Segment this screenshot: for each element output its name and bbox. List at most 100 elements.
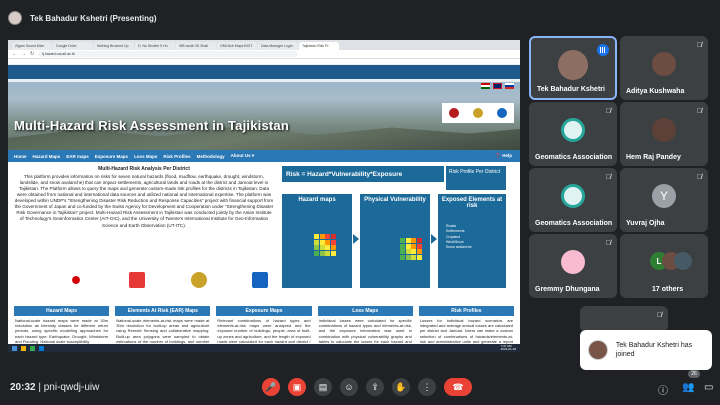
hand-icon: ✋ [395,381,407,392]
browser-tab[interactable]: Nothing Brushed Up [94,42,134,50]
risk-formula-diagram: Risk = Hazard*Vulnerability*Exposure Ris… [280,164,512,292]
avatar [652,52,676,76]
captions-button[interactable]: ▤ [314,378,332,396]
browser-tab[interactable]: Data Manager Login [258,42,298,50]
participant-tile[interactable]: 🎙̸ Aditya Kushwaha [620,36,708,100]
nav-home[interactable]: Home [14,154,27,159]
browser-tab[interactable]: Google Drive [53,42,93,50]
windows-taskbar: 7:37 AM 2023-01-28 [8,344,520,352]
arrow-icon [431,234,437,244]
partner-logo-icon [449,108,459,118]
raise-hand-button[interactable]: ✋ [392,378,410,396]
browser-urlbar: ← → ↻ tj.hazard.rus.ait.ac.th [8,50,520,59]
presenter-label: Tek Bahadur Kshetri (Presenting) [30,13,157,23]
mic-toggle-button[interactable]: 🎤 [262,378,280,396]
uk-flag-icon[interactable] [493,83,502,89]
reload-icon[interactable]: ↻ [30,51,34,57]
browser-tab-active[interactable]: Tajikistan Risk Pr [299,42,339,50]
nav-about-us[interactable]: About Us ▾ [231,153,255,159]
site-header: Multi-Hazard Risk Assessment in Tajikist… [8,65,520,150]
participant-tile-self[interactable]: Tek Bahadur Kshetri [529,36,617,100]
browser-tab[interactable]: WB wsdb 3D Shall [176,42,216,50]
back-icon[interactable]: ← [12,51,17,57]
russia-flag-icon[interactable] [505,83,514,89]
info-icon: ⓘ [658,386,668,397]
meeting-code: pni-qwdj-uiw [43,382,100,393]
nav-hazard-maps[interactable]: Hazard Maps [33,154,61,159]
more-vert-icon: ⋮ [422,381,432,392]
partner-logos [68,272,268,288]
exposed-elements-box: Exposed Elements at risk Roads Settlemen… [438,194,506,288]
nav-exposure-maps[interactable]: Exposure Maps [95,154,128,159]
risk-profile-box: Risk Profile Per District [446,166,506,190]
card-title[interactable]: Exposure Maps [216,306,312,316]
hazard-matrix [314,234,336,256]
presenter-avatar [8,11,22,25]
emoji-icon: ☺ [344,382,354,392]
meeting-time: 20:32 [10,382,36,393]
tajik-flag-icon[interactable] [481,83,490,89]
avatar: Y [652,184,676,208]
windows-start-icon[interactable] [12,345,17,351]
camera-toggle-button[interactable]: ▣ [288,378,306,396]
more-options-button[interactable]: ⋮ [418,378,436,396]
file-explorer-icon[interactable] [21,345,26,351]
browser-tabstrip: Zigam Sound Mixe Google Drive Nothing Br… [8,40,520,50]
hazard-maps-heading: Hazard maps [298,197,336,203]
undp-logo-icon [497,108,507,118]
address-bar[interactable]: tj.hazard.rus.ait.ac.th [38,51,299,57]
participant-name: Geomatics Association [535,220,613,227]
mic-off-icon: 🎙̸ [656,312,662,319]
edge-icon[interactable] [39,345,44,351]
forward-icon[interactable]: → [21,51,26,57]
avatar [588,340,608,360]
join-notification: Tek Bahadur Kshetri has joined [580,330,712,370]
participant-tile[interactable]: 🎙̸ Gremmy Dhungana [529,234,617,298]
meeting-info: 20:32 | pni-qwdj-uiw [10,382,99,393]
participant-name: Hem Raj Pandey [626,154,681,161]
present-button[interactable]: ⇪ [366,378,384,396]
chat-button[interactable]: ▭ [704,382,713,393]
avatar [652,118,676,142]
avatar [561,250,585,274]
participant-tile[interactable]: 🎙̸ Geomatics Association [529,168,617,232]
intro-title: Multi-Hazard Risk Analysis Per District [98,166,190,172]
card-title[interactable]: Hazard Maps [14,306,110,316]
chrome-icon[interactable] [30,345,35,351]
site-content: Multi-Hazard Risk Analysis Per District … [8,162,520,352]
nav-help[interactable]: ❓ Help [495,153,512,159]
nav-ear-maps[interactable]: EAR maps [66,154,89,159]
browser-tab[interactable]: GMLNcb Maps BIGT [217,42,257,50]
mic-off-icon: 🎙̸ [605,108,611,115]
avatar [674,252,692,270]
help-label: Help [502,153,512,158]
participant-video [558,50,588,80]
card-title[interactable]: Loss Maps [317,306,413,316]
participant-tile[interactable]: Y 🎙̸ Yuvraj Ojha [620,168,708,232]
participant-tile[interactable]: 🎙̸ [580,306,668,332]
nav-risk-profiles[interactable]: Risk Profiles [163,154,190,159]
browser-tab[interactable]: D. No Shutter 5 Hu [135,42,175,50]
card-title[interactable]: Risk Profiles [418,306,515,316]
leave-call-button[interactable]: ☎ [444,378,472,396]
site-navbar: Home Hazard Maps EAR maps Exposure Maps … [8,150,520,162]
taskbar-date: 2023-01-28 [500,347,516,351]
reactions-button[interactable]: ☺ [340,378,358,396]
intro-section: Multi-Hazard Risk Analysis Per District … [14,166,274,229]
intro-body: This platform provides information on ri… [14,174,274,228]
nav-loss-maps[interactable]: Loss Maps [134,154,157,159]
mic-off-icon: 🎙̸ [696,42,702,49]
vulnerability-matrix [400,238,422,260]
card-title[interactable]: Elements At Risk (EAR) Maps [115,306,211,316]
exposed-elements-heading: Exposed Elements at risk [441,197,503,209]
nav-methodology[interactable]: Methodology [197,154,225,159]
participant-tile[interactable]: 🎙̸ Hem Raj Pandey [620,102,708,166]
browser-tab[interactable]: Zigam Sound Mixe [12,42,52,50]
meeting-details-button[interactable]: ⓘ [658,382,668,397]
phone-hangup-icon: ☎ [452,381,464,392]
participant-tile[interactable]: 🎙̸ Geomatics Association [529,102,617,166]
people-icon: 👥 [682,382,695,393]
participant-tile-others[interactable]: L 17 others [620,234,708,298]
arrow-icon [353,234,359,244]
people-button[interactable]: 👥 [682,382,694,393]
